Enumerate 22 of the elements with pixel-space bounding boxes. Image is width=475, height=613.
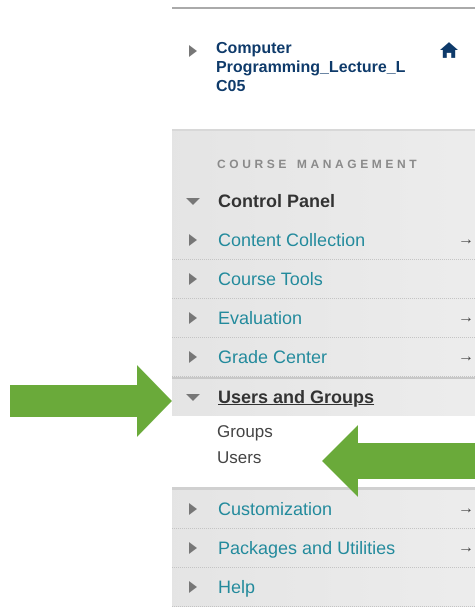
submenu-link[interactable]: Groups [217, 419, 273, 445]
expand-triangle-icon[interactable] [189, 234, 197, 246]
expand-triangle-icon[interactable] [189, 312, 197, 324]
expand-triangle-icon[interactable] [189, 542, 197, 554]
arrow-link[interactable]: → [458, 309, 475, 327]
expand-triangle-icon[interactable] [186, 394, 200, 401]
expand-triangle-icon[interactable] [186, 198, 200, 204]
expand-triangle-icon[interactable] [189, 45, 197, 57]
arrow-link[interactable]: → [458, 348, 475, 366]
arrow-link[interactable]: → [458, 500, 475, 518]
course-title[interactable]: Computer Programming_Lecture_L C05 [216, 39, 434, 96]
arrow-link[interactable]: → [458, 539, 475, 557]
arrow-link[interactable]: → [458, 231, 475, 249]
menu-item[interactable]: Users and Groups [218, 387, 374, 408]
expand-triangle-icon[interactable] [189, 351, 197, 363]
expand-triangle-icon[interactable] [189, 273, 197, 285]
section-heading: COURSE MANAGEMENT [216, 157, 422, 173]
control-panel-label[interactable]: Control Panel [218, 190, 336, 212]
submenu-link[interactable]: Users [217, 445, 262, 471]
expand-triangle-icon[interactable] [189, 581, 197, 593]
home-icon[interactable] [440, 42, 458, 58]
expand-triangle-icon[interactable] [189, 503, 197, 515]
